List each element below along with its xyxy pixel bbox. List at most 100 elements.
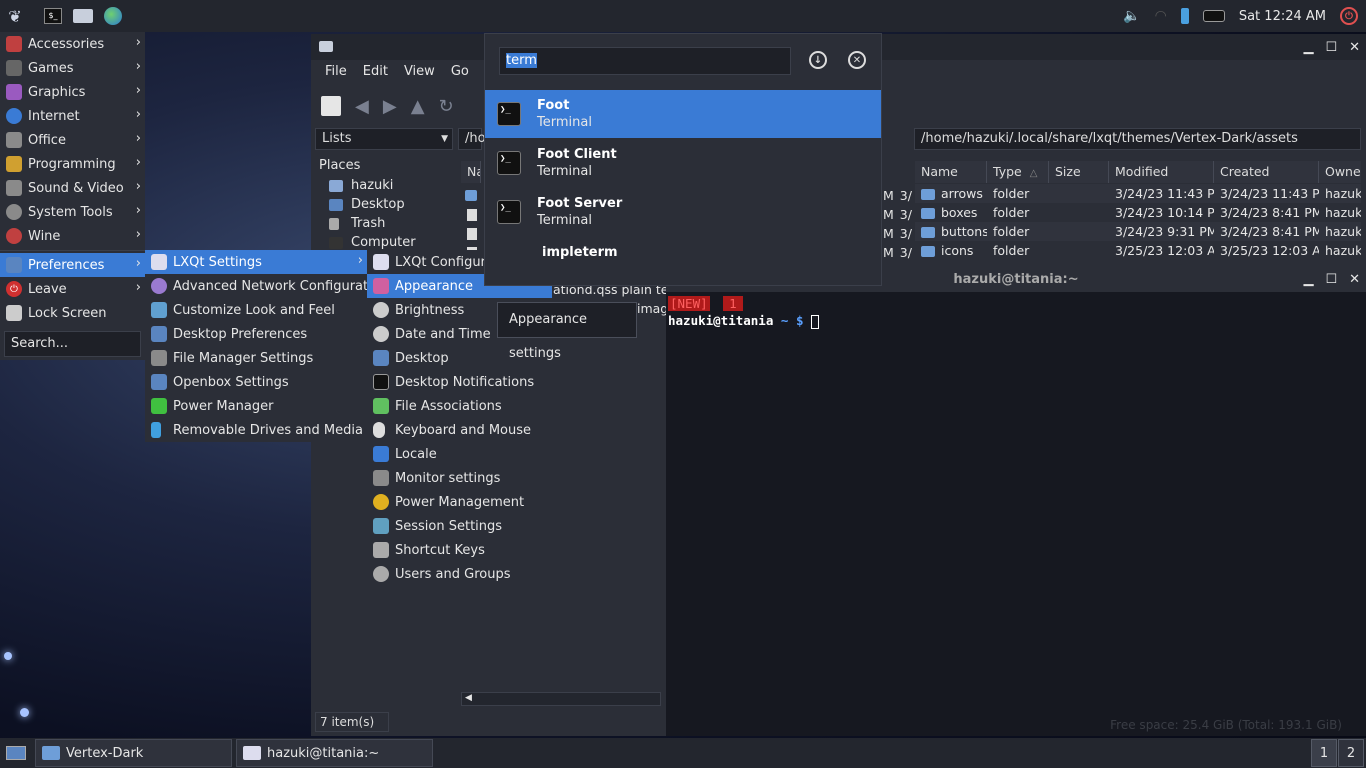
menu-item-openbox-settings[interactable]: Openbox Settings <box>145 370 367 394</box>
main-menu-button[interactable]: ❦ <box>0 1 30 31</box>
table-row[interactable]: arrows folder 3/24/23 11:43 PM 3/24/23 1… <box>915 184 1361 203</box>
menu-item-system-tools[interactable]: System Tools › <box>0 200 145 224</box>
menu-item-fm-settings[interactable]: File Manager Settings <box>145 346 367 370</box>
list-item[interactable] <box>461 205 483 224</box>
show-desktop-button[interactable] <box>4 742 28 764</box>
menu-item-games[interactable]: Games › <box>0 56 145 80</box>
menu-item-programming[interactable]: Programming › <box>0 152 145 176</box>
menu-item-leave[interactable]: ⏻ Leave › <box>0 277 145 301</box>
runner-result[interactable]: ❯_ Foot Server Terminal <box>485 188 881 236</box>
runner-result[interactable]: ❯_ Foot Terminal <box>485 90 881 138</box>
menu-item-power-management[interactable]: Power Management <box>367 490 552 514</box>
menu-item-removable-drives[interactable]: Removable Drives and Media <box>145 418 367 442</box>
new-tab-icon[interactable] <box>321 96 341 116</box>
minimize-icon[interactable]: ▁ <box>1303 40 1313 55</box>
menu-item-shortcut-keys[interactable]: Shortcut Keys <box>367 538 552 562</box>
menu-item-session-settings[interactable]: Session Settings <box>367 514 552 538</box>
menu-item-power-manager[interactable]: Power Manager <box>145 394 367 418</box>
menu-item-file-associations[interactable]: File Associations <box>367 394 552 418</box>
places-header: Places <box>319 158 361 173</box>
runner-result[interactable]: ❯_ Foot Client Terminal <box>485 139 881 187</box>
list-item[interactable] <box>461 186 483 205</box>
runner-result[interactable]: impleterm <box>485 237 881 285</box>
menu-item-network-config[interactable]: Advanced Network Configuration <box>145 274 388 298</box>
usb-drive-icon[interactable] <box>1180 8 1189 24</box>
maximize-icon[interactable]: ☐ <box>1325 40 1337 55</box>
menu-item-users-groups[interactable]: Users and Groups <box>367 562 552 586</box>
menu-search-input[interactable]: Search... <box>4 331 141 357</box>
menu-item-preferences[interactable]: Preferences › <box>0 253 145 277</box>
menu-item-lxqt-settings[interactable]: LXQt Settings › <box>145 250 367 274</box>
runner-history-button[interactable]: ↓ <box>809 51 827 69</box>
path-input-right[interactable]: /home/hazuki/.local/share/lxqt/themes/Ve… <box>914 128 1361 150</box>
terminal-launcher[interactable]: $_ <box>38 1 68 31</box>
file-type: folder <box>993 243 1030 258</box>
menu-item-sound-video[interactable]: Sound & Video › <box>0 176 145 200</box>
volume-icon[interactable]: 🔈 <box>1123 8 1140 24</box>
power-icon[interactable]: ⏻ <box>1340 7 1358 25</box>
column-name[interactable]: Name <box>915 161 987 183</box>
menu-file[interactable]: File <box>325 64 347 86</box>
menu-item-label: System Tools <box>28 204 113 220</box>
folder-icon <box>921 208 935 219</box>
menu-item-monitor[interactable]: Monitor settings <box>367 466 552 490</box>
file-manager-launcher[interactable] <box>68 1 98 31</box>
column-modified[interactable]: Modified <box>1109 161 1214 183</box>
left-hscrollbar[interactable]: ◀ <box>461 692 661 706</box>
clock[interactable]: Sat 12:24 AM <box>1239 9 1326 24</box>
list-item[interactable] <box>461 224 483 243</box>
menu-item-wine[interactable]: Wine › <box>0 224 145 248</box>
menu-item-locale[interactable]: Locale <box>367 442 552 466</box>
task-file-manager[interactable]: Vertex-Dark <box>35 739 232 767</box>
menu-item-graphics[interactable]: Graphics › <box>0 80 145 104</box>
menu-item-office[interactable]: Office › <box>0 128 145 152</box>
wifi-icon[interactable]: ◠ <box>1155 8 1167 24</box>
menu-item-label: Programming <box>28 156 116 172</box>
brightness-icon <box>373 302 389 318</box>
runner-search-input[interactable]: term <box>499 47 791 75</box>
place-trash[interactable]: Trash <box>317 214 459 233</box>
column-type[interactable]: Type △ <box>987 161 1049 183</box>
menu-item-keyboard-mouse[interactable]: Keyboard and Mouse <box>367 418 552 442</box>
back-icon[interactable]: ◀ <box>355 96 369 117</box>
column-created[interactable]: Created <box>1214 161 1319 183</box>
menu-go[interactable]: Go <box>451 64 469 86</box>
column-owner[interactable]: Owne <box>1319 161 1361 183</box>
menu-edit[interactable]: Edit <box>363 64 388 86</box>
table-row[interactable]: boxes folder 3/24/23 10:14 PM 3/24/23 8:… <box>915 203 1361 222</box>
maximize-icon[interactable]: ☐ <box>1325 268 1337 292</box>
column-size[interactable]: Size <box>1049 161 1109 183</box>
place-home[interactable]: hazuki <box>317 176 459 195</box>
runner-close-button[interactable]: ✕ <box>848 51 866 69</box>
scroll-left-icon[interactable]: ◀ <box>465 693 472 703</box>
menu-view[interactable]: View <box>404 64 435 86</box>
browser-launcher[interactable] <box>98 1 128 31</box>
menu-item-accessories[interactable]: Accessories › <box>0 32 145 56</box>
menu-item-label: Desktop <box>395 350 449 366</box>
table-row[interactable]: buttons folder 3/24/23 9:31 PM 3/24/23 8… <box>915 222 1361 241</box>
terminal-window[interactable]: hazuki@titania:~ ▁ ☐ ✕ [NEW] 1 hazuki@ti… <box>666 268 1366 736</box>
reload-icon[interactable]: ↻ <box>439 96 454 117</box>
close-icon[interactable]: ✕ <box>1349 40 1360 55</box>
right-list: arrows folder 3/24/23 11:43 PM 3/24/23 1… <box>915 184 1361 260</box>
desktop-switch-1[interactable]: 1 <box>1311 739 1337 767</box>
column-name[interactable]: Nar <box>461 161 481 183</box>
notification-toggle-icon[interactable] <box>1202 10 1225 22</box>
table-row[interactable]: icons folder 3/25/23 12:03 AM 3/25/23 12… <box>915 241 1361 260</box>
minimize-icon[interactable]: ▁ <box>1303 268 1313 292</box>
menu-item-look-feel[interactable]: Customize Look and Feel <box>145 298 367 322</box>
place-desktop[interactable]: Desktop <box>317 195 459 214</box>
up-icon[interactable]: ▲ <box>411 96 425 117</box>
forward-icon[interactable]: ▶ <box>383 96 397 117</box>
created-text: 3/ <box>899 188 912 203</box>
task-terminal[interactable]: hazuki@titania:~ <box>236 739 433 767</box>
menu-item-notifications[interactable]: Desktop Notifications <box>367 370 552 394</box>
close-icon[interactable]: ✕ <box>1349 268 1360 292</box>
menu-item-lock-screen[interactable]: Lock Screen <box>0 301 145 325</box>
path-input-left[interactable]: /ho <box>458 128 486 150</box>
desktop-switch-2[interactable]: 2 <box>1338 739 1364 767</box>
view-mode-select[interactable]: Lists ▼ <box>315 128 453 150</box>
menu-item-internet[interactable]: Internet › <box>0 104 145 128</box>
terminal-body[interactable]: [NEW] 1 hazuki@titania ~ $ <box>666 292 1366 333</box>
menu-item-desktop-prefs[interactable]: Desktop Preferences <box>145 322 367 346</box>
